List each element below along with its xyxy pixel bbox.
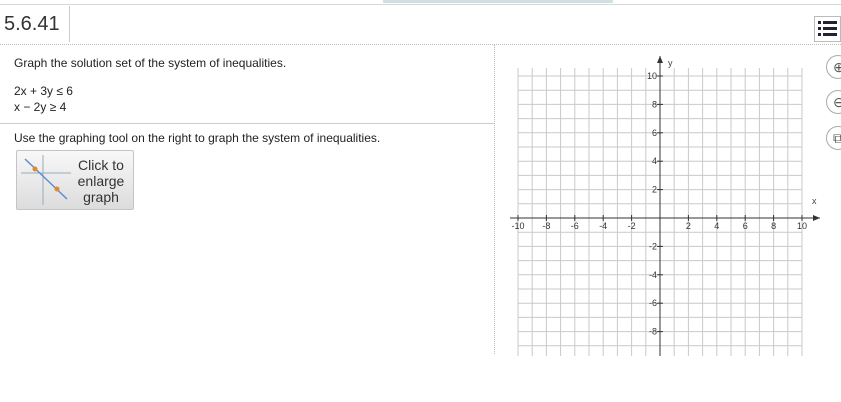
instruction-text: Use the graphing tool on the right to gr… bbox=[14, 131, 381, 145]
enlarge-label-line-3: graph bbox=[83, 189, 119, 205]
y-tick-label: 2 bbox=[652, 185, 657, 195]
y-tick-label: -8 bbox=[649, 327, 657, 337]
panel-divider bbox=[494, 44, 495, 354]
x-tick-label: 2 bbox=[686, 221, 691, 231]
inequality-2: x − 2y ≥ 4 bbox=[14, 100, 67, 114]
x-tick-label: 10 bbox=[797, 221, 807, 231]
question-prompt: Graph the solution set of the system of … bbox=[14, 56, 287, 70]
coordinate-graph[interactable]: x y -10 -8 -6 -4 -2 2 4 6 8 10 10 8 6 4 2 -2 -4 -6 -8 bbox=[505, 50, 823, 356]
y-axis-arrow bbox=[657, 56, 663, 63]
y-tick-label: 8 bbox=[652, 99, 657, 109]
menu-list-button[interactable] bbox=[814, 16, 841, 42]
x-tick-label: 4 bbox=[714, 221, 719, 231]
inequality-1: 2x + 3y ≤ 6 bbox=[14, 84, 73, 98]
x-tick-label: -4 bbox=[599, 221, 607, 231]
y-tick-label: -6 bbox=[649, 298, 657, 308]
top-rule bbox=[0, 4, 841, 5]
x-tick-label: -10 bbox=[511, 221, 524, 231]
x-axis-label: x bbox=[812, 196, 817, 206]
x-tick-label: -6 bbox=[571, 221, 579, 231]
header-divider bbox=[0, 44, 841, 45]
pop-out-button[interactable]: ⧉ bbox=[826, 126, 841, 150]
y-tick-label: 6 bbox=[652, 128, 657, 138]
x-axis-arrow bbox=[813, 215, 820, 221]
enlarge-graph-button[interactable]: Click to enlarge graph bbox=[16, 150, 134, 210]
y-tick-label: 10 bbox=[647, 71, 657, 81]
x-tick-label: -2 bbox=[628, 221, 636, 231]
x-tick-label: 6 bbox=[743, 221, 748, 231]
pop-out-icon: ⧉ bbox=[833, 130, 841, 146]
y-tick-label: -2 bbox=[649, 241, 657, 251]
y-axis-label: y bbox=[668, 58, 673, 68]
question-number: 5.6.41 bbox=[0, 6, 70, 42]
top-tab-indicator bbox=[383, 0, 613, 3]
y-tick-label: 4 bbox=[652, 156, 657, 166]
section-divider bbox=[0, 123, 494, 124]
enlarge-label-line-1: Click to bbox=[78, 157, 124, 173]
graph-thumbnail-icon bbox=[21, 155, 71, 205]
x-tick-label: 8 bbox=[771, 221, 776, 231]
zoom-out-button[interactable]: ⊖ bbox=[826, 90, 841, 114]
zoom-in-button[interactable]: ⊕ bbox=[826, 55, 841, 79]
list-icon bbox=[818, 21, 821, 24]
y-tick-label: -4 bbox=[649, 270, 657, 280]
x-tick-label: -8 bbox=[542, 221, 550, 231]
enlarge-label-line-2: enlarge bbox=[77, 173, 125, 189]
zoom-in-icon: ⊕ bbox=[833, 59, 841, 75]
zoom-out-icon: ⊖ bbox=[833, 94, 841, 110]
